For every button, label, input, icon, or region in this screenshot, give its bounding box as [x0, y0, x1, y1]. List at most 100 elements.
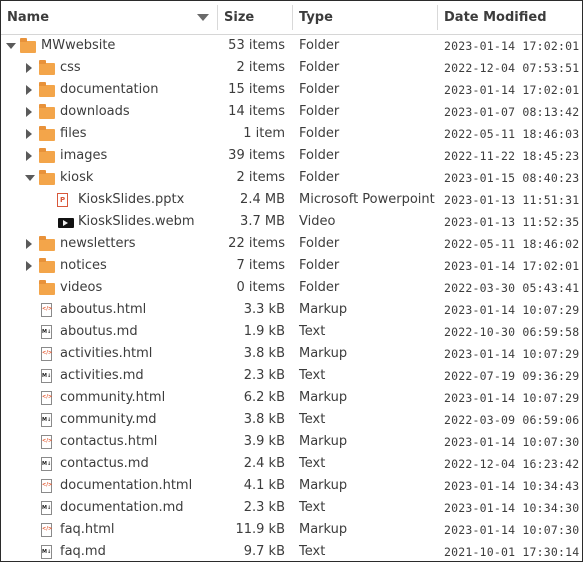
- file-type: Markup: [299, 434, 348, 449]
- html-file-icon: [41, 479, 52, 493]
- file-name: community.html: [60, 390, 166, 405]
- date-modified: 2023-01-14 17:02:01: [444, 83, 580, 97]
- file-row[interactable]: KioskSlides.webm 3.7 MB Video 2023-01-13 11…: [1, 211, 582, 233]
- date-modified: 2023-01-14 10:07:29: [444, 347, 580, 361]
- folder-row[interactable]: MWwebsite 53 items Folder 2023-01-14 17:02:…: [1, 35, 582, 57]
- file-size: 3.8 kB: [243, 346, 285, 361]
- expander-collapsed-icon[interactable]: [26, 63, 32, 73]
- date-modified: 2022-03-09 06:59:06: [444, 413, 580, 427]
- expander-collapsed-icon[interactable]: [26, 239, 32, 249]
- folder-row[interactable]: images 39 items Folder 2022-11-22 18:45:23: [1, 145, 582, 167]
- folder-icon: [39, 82, 55, 97]
- file-size: 14 items: [228, 104, 285, 119]
- file-row[interactable]: contactus.html 3.9 kB Markup 2023-01-14 10:…: [1, 431, 582, 453]
- date-modified: 2022-12-04 16:23:42: [444, 457, 580, 471]
- folder-row[interactable]: files 1 item Folder 2022-05-11 18:46:03: [1, 123, 582, 145]
- file-name: KioskSlides.pptx: [78, 192, 185, 207]
- file-type: Folder: [299, 126, 340, 141]
- file-type: Text: [299, 368, 326, 383]
- file-name: faq.html: [60, 522, 115, 537]
- file-row[interactable]: activities.md 2.3 kB Text 2022-07-19 09:36:…: [1, 365, 582, 387]
- file-row[interactable]: community.html 6.2 kB Markup 2023-01-14 10:…: [1, 387, 582, 409]
- file-type: Video: [299, 214, 336, 229]
- file-size: 4.1 kB: [243, 478, 285, 493]
- column-header-date-modified[interactable]: Date Modified: [438, 1, 582, 34]
- expander-collapsed-icon[interactable]: [26, 151, 32, 161]
- markdown-file-icon: [41, 501, 52, 515]
- column-header-name[interactable]: Name: [1, 1, 217, 34]
- markdown-file-icon: [41, 457, 52, 471]
- date-modified: 2022-05-11 18:46:03: [444, 127, 580, 141]
- expander-collapsed-icon[interactable]: [26, 107, 32, 117]
- date-modified: 2022-05-11 18:46:02: [444, 237, 580, 251]
- html-file-icon: [41, 303, 52, 317]
- file-row[interactable]: KioskSlides.pptx 2.4 MB Microsoft Powerpoi…: [1, 189, 582, 211]
- date-modified: 2023-01-14 10:34:30: [444, 501, 580, 515]
- file-name: notices: [60, 258, 107, 273]
- file-size: 15 items: [228, 82, 285, 97]
- date-modified: 2023-01-14 10:07:30: [444, 435, 580, 449]
- folder-row[interactable]: newsletters 22 items Folder 2022-05-11 18:4…: [1, 233, 582, 255]
- file-size: 2.4 MB: [240, 192, 285, 207]
- file-name: aboutus.md: [60, 324, 138, 339]
- file-size: 2.3 kB: [243, 368, 285, 383]
- expander-collapsed-icon[interactable]: [26, 129, 32, 139]
- file-size: 2 items: [236, 60, 285, 75]
- file-row[interactable]: faq.html 11.9 kB Markup 2023-01-14 10:07:30: [1, 519, 582, 541]
- expander-expanded-icon[interactable]: [25, 175, 35, 181]
- date-modified: 2023-01-13 11:51:31: [444, 193, 580, 207]
- column-header-size[interactable]: Size: [218, 1, 292, 34]
- file-row[interactable]: contactus.md 2.4 kB Text 2022-12-04 16:23:4…: [1, 453, 582, 475]
- file-name: videos: [60, 280, 103, 295]
- powerpoint-file-icon: [57, 193, 68, 207]
- file-row[interactable]: community.md 3.8 kB Text 2022-03-09 06:59:0…: [1, 409, 582, 431]
- file-list-view: Name Size Type Date Modified MWwebsite 53…: [0, 0, 583, 562]
- file-size: 3.7 MB: [240, 214, 285, 229]
- expander-collapsed-icon[interactable]: [26, 261, 32, 271]
- column-header-type[interactable]: Type: [293, 1, 437, 34]
- file-size: 7 items: [236, 258, 285, 273]
- file-name: css: [60, 60, 81, 75]
- file-size: 2 items: [236, 170, 285, 185]
- file-type: Folder: [299, 82, 340, 97]
- date-modified: 2022-07-19 09:36:29: [444, 369, 580, 383]
- file-name: images: [60, 148, 108, 163]
- file-name: aboutus.html: [60, 302, 147, 317]
- file-name: kiosk: [60, 170, 94, 185]
- folder-row[interactable]: css 2 items Folder 2022-12-04 07:53:51: [1, 57, 582, 79]
- file-row[interactable]: aboutus.md 1.9 kB Text 2022-10-30 06:59:58: [1, 321, 582, 343]
- html-file-icon: [41, 435, 52, 449]
- folder-row[interactable]: kiosk 2 items Folder 2023-01-15 08:40:23: [1, 167, 582, 189]
- file-row[interactable]: faq.md 9.7 kB Text 2021-10-01 17:30:14: [1, 541, 582, 561]
- date-modified: 2022-03-30 05:43:41: [444, 281, 580, 295]
- file-size: 3.3 kB: [243, 302, 285, 317]
- file-row[interactable]: activities.html 3.8 kB Markup 2023-01-14 10…: [1, 343, 582, 365]
- file-size: 3.9 kB: [243, 434, 285, 449]
- folder-icon: [39, 236, 55, 251]
- file-row[interactable]: documentation.md 2.3 kB Text 2023-01-14 10:…: [1, 497, 582, 519]
- folder-row[interactable]: documentation 15 items Folder 2023-01-14 17…: [1, 79, 582, 101]
- markdown-file-icon: [41, 369, 52, 383]
- date-modified: 2022-11-22 18:45:23: [444, 149, 580, 163]
- file-name: documentation.html: [60, 478, 193, 493]
- file-name: contactus.md: [60, 456, 149, 471]
- markdown-file-icon: [41, 413, 52, 427]
- folder-row[interactable]: downloads 14 items Folder 2023-01-07 08:13:…: [1, 101, 582, 123]
- file-row[interactable]: aboutus.html 3.3 kB Markup 2023-01-14 10:07…: [1, 299, 582, 321]
- html-file-icon: [41, 347, 52, 361]
- file-name: contactus.html: [60, 434, 158, 449]
- markdown-file-icon: [41, 325, 52, 339]
- file-name: documentation: [60, 82, 159, 97]
- file-size: 2.3 kB: [243, 500, 285, 515]
- expander-expanded-icon[interactable]: [6, 43, 16, 49]
- file-size: 11.9 kB: [235, 522, 285, 537]
- file-row[interactable]: documentation.html 4.1 kB Markup 2023-01-14…: [1, 475, 582, 497]
- folder-row[interactable]: notices 7 items Folder 2023-01-14 17:02:01: [1, 255, 582, 277]
- file-type: Folder: [299, 60, 340, 75]
- sort-descending-icon[interactable]: [197, 14, 209, 21]
- folder-row[interactable]: videos 0 items Folder 2022-03-30 05:43:41: [1, 277, 582, 299]
- expander-collapsed-icon[interactable]: [26, 85, 32, 95]
- file-size: 39 items: [228, 148, 285, 163]
- file-size: 0 items: [236, 280, 285, 295]
- file-name: files: [60, 126, 87, 141]
